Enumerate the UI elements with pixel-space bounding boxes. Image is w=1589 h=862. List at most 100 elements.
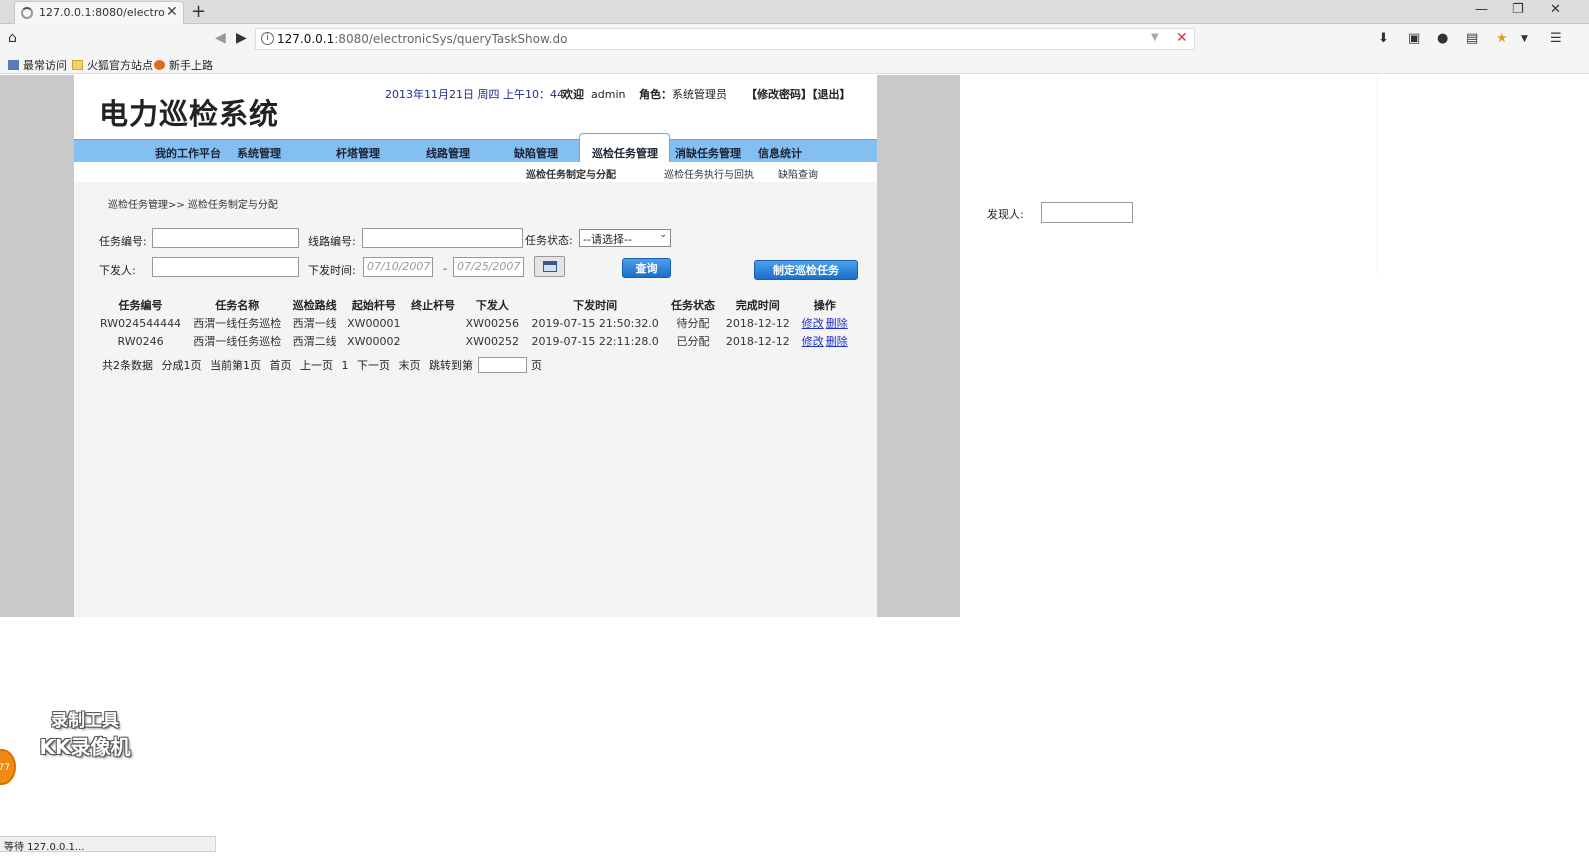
firefox-icon <box>154 60 165 70</box>
calendar-button[interactable] <box>534 256 565 277</box>
new-tab-button[interactable]: + <box>191 1 206 22</box>
submenu-execute-receipt[interactable]: 巡检任务执行与回执 <box>664 166 754 181</box>
account-links[interactable]: 【修改密码】【退出】 <box>746 86 851 102</box>
restore-icon[interactable]: ❐ <box>1512 2 1524 17</box>
menu-item-lines[interactable]: 线路管理 <box>426 145 470 161</box>
recorder-badge[interactable]: 77 <box>0 749 16 785</box>
status-bar: 等待 127.0.0.1... <box>0 836 216 853</box>
browser-tab-bar: 127.0.0.1:8080/electronicS ✕ + — ❐ ✕ <box>0 0 1589 24</box>
table-row: RW0246 西渭一线任务巡检 西渭二线 XW00002 XW00252 201… <box>94 332 854 350</box>
bookmark-most-visited[interactable]: 最常访问 <box>8 57 67 73</box>
cell: XW00256 <box>465 316 520 330</box>
sidebar-icon[interactable]: ▣ <box>1408 31 1420 46</box>
cell <box>406 314 460 332</box>
cell: 已分配 <box>676 335 710 348</box>
next-page-link[interactable]: 下一页 <box>357 359 390 372</box>
cell: RW024544444 <box>100 316 182 330</box>
cell: XW00252 <box>465 334 520 348</box>
line-no-label: 线路编号: <box>308 235 356 248</box>
welcome-text: 欢迎 admin <box>562 88 626 101</box>
col-end-pole: 终止杆号 <box>411 299 456 312</box>
back-icon[interactable]: ◀ <box>215 30 226 46</box>
date-separator: - <box>443 262 447 275</box>
history-dropdown-icon[interactable]: ▼ <box>1151 32 1159 43</box>
last-page-link[interactable]: 末页 <box>399 359 421 372</box>
task-no-input[interactable] <box>152 228 299 248</box>
chevron-down-icon[interactable]: ▼ <box>1521 34 1528 44</box>
issue-time-label: 下发时间: <box>308 264 356 277</box>
query-button[interactable]: 查询 <box>622 258 671 278</box>
edit-link[interactable]: 修改 <box>802 335 824 348</box>
task-no-label: 任务编号: <box>99 235 147 248</box>
browser-nav-bar: ⌂ ◀ ▶ i 127.0.0.1:8080/electronicSys/que… <box>0 24 1589 54</box>
jump-page-input[interactable] <box>478 357 527 373</box>
col-start-pole: 起始杆号 <box>351 299 396 312</box>
finder-input[interactable] <box>1041 202 1133 223</box>
menu-item-system[interactable]: 系统管理 <box>237 145 281 161</box>
date-to-input[interactable]: 07/25/2007 <box>453 257 524 277</box>
cell: XW00001 <box>347 316 401 330</box>
prev-page-link[interactable]: 上一页 <box>300 359 333 372</box>
forward-icon[interactable]: ▶ <box>236 30 247 46</box>
page-number[interactable]: 1 <box>342 359 349 372</box>
pagination: 共2条数据 分成1页 当前第1页 首页 上一页 1 下一页 末页 跳转到第 页 <box>102 357 547 373</box>
download-icon[interactable]: ⬇ <box>1378 31 1389 46</box>
page-margin-right <box>877 75 960 617</box>
cell: RW0246 <box>117 334 164 348</box>
col-status: 任务状态 <box>671 299 716 312</box>
menu-item-elimination-tasks[interactable]: 消缺任务管理 <box>675 145 741 161</box>
create-task-button[interactable]: 制定巡检任务 <box>754 260 858 280</box>
col-issue-time: 下发时间 <box>573 299 618 312</box>
task-status-select[interactable]: --请选择-- ⌄ <box>579 229 671 247</box>
date-from-input[interactable]: 07/10/2007 <box>363 257 433 277</box>
close-tab-icon[interactable]: ✕ <box>166 4 178 20</box>
cell <box>406 332 460 350</box>
delete-link[interactable]: 删除 <box>826 317 848 330</box>
actions-cell: 修改 删除 <box>795 332 854 350</box>
main-menu: 我的工作平台 系统管理 杆塔管理 线路管理 缺陷管理 巡检任务管理 消缺任务管理… <box>74 133 877 163</box>
menu-item-inspection-tasks[interactable]: 巡检任务管理 <box>579 133 670 163</box>
col-finish-time: 完成时间 <box>735 299 780 312</box>
menu-item-statistics[interactable]: 信息统计 <box>758 145 802 161</box>
bookmark-getting-started[interactable]: 新手上路 <box>154 57 213 73</box>
calendar-icon <box>543 261 557 272</box>
line-no-input[interactable] <box>362 228 523 248</box>
home-icon[interactable]: ⌂ <box>8 30 17 46</box>
screenshot-icon[interactable]: ▤ <box>1466 31 1478 46</box>
bookmark-firefox-site[interactable]: 火狐官方站点 <box>72 57 153 73</box>
delete-link[interactable]: 删除 <box>826 335 848 348</box>
cell: XW00002 <box>347 334 401 348</box>
bookmark-star-icon[interactable]: ★ <box>1496 31 1508 46</box>
menu-item-towers[interactable]: 杆塔管理 <box>336 145 380 161</box>
system-title: 电力巡检系统 <box>99 97 280 131</box>
total-count: 共2条数据 <box>102 359 153 372</box>
cell: 西渭一线任务巡检 <box>193 317 282 330</box>
col-route: 巡检路线 <box>292 299 337 312</box>
recorder-watermark: 录制工具 KK录像机 <box>39 711 131 759</box>
current-datetime: 2013年11月21日 周四 上午10：44 <box>385 88 564 101</box>
menu-icon[interactable]: ☰ <box>1550 31 1562 46</box>
minimize-icon[interactable]: — <box>1475 2 1488 17</box>
col-issuer: 下发人 <box>475 299 509 312</box>
edit-link[interactable]: 修改 <box>802 317 824 330</box>
close-window-icon[interactable]: ✕ <box>1550 2 1561 17</box>
info-icon[interactable]: i <box>261 32 274 45</box>
cell: 2018-12-12 <box>725 316 790 330</box>
browser-tab[interactable]: 127.0.0.1:8080/electronicS ✕ <box>14 1 184 24</box>
page-header: 电力巡检系统 2013年11月21日 周四 上午10：44 欢迎 admin 角… <box>74 75 877 139</box>
submenu-defect-query[interactable]: 缺陷查询 <box>778 166 818 181</box>
first-page-link[interactable]: 首页 <box>270 359 292 372</box>
menu-item-workbench[interactable]: 我的工作平台 <box>155 145 221 161</box>
page-count: 分成1页 <box>161 359 202 372</box>
col-task-no: 任务编号 <box>118 299 163 312</box>
stop-icon[interactable]: ✕ <box>1176 30 1188 46</box>
current-page: 当前第1页 <box>210 359 261 372</box>
breadcrumb: 巡检任务管理>> 巡检任务制定与分配 <box>108 200 278 211</box>
submenu-create-assign[interactable]: 巡检任务制定与分配 <box>526 166 616 181</box>
loading-icon <box>21 7 33 19</box>
menu-item-defects[interactable]: 缺陷管理 <box>514 145 558 161</box>
address-bar[interactable]: i 127.0.0.1:8080/electronicSys/queryTask… <box>255 28 1195 50</box>
chat-icon[interactable]: ● <box>1437 31 1448 46</box>
cell: 西渭一线任务巡检 <box>193 335 282 348</box>
issuer-input[interactable] <box>152 257 299 277</box>
